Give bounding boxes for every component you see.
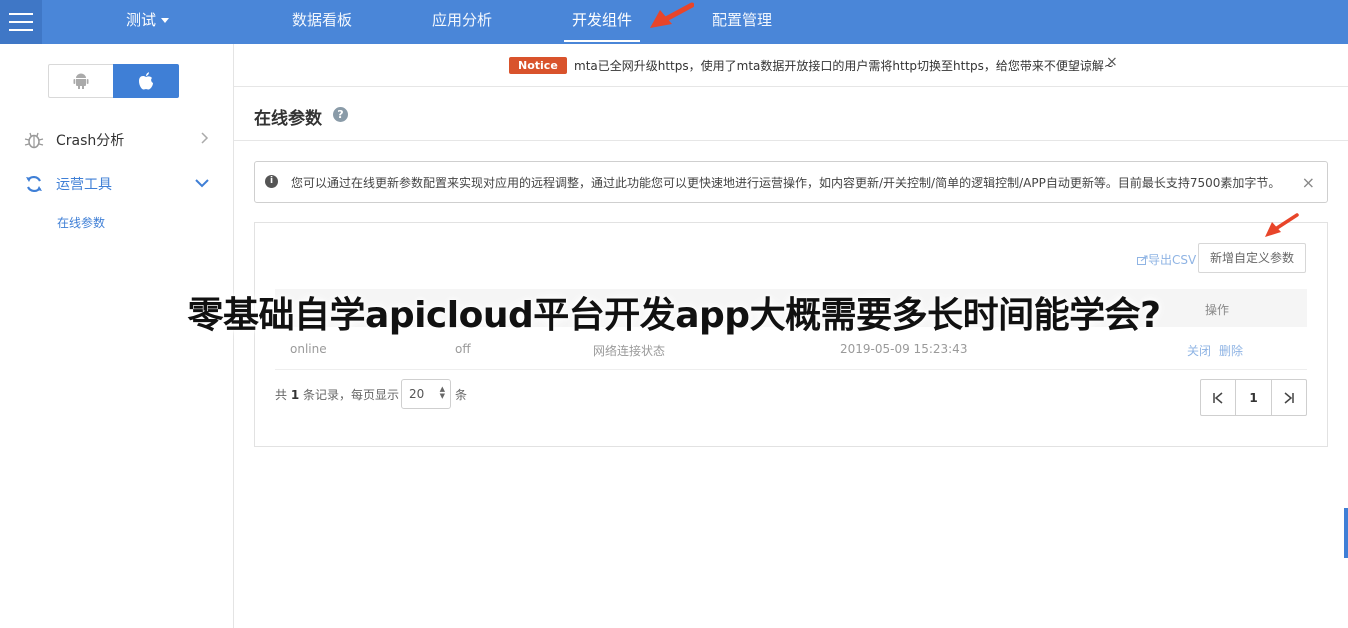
- ios-platform-button[interactable]: [113, 64, 179, 98]
- param-description: 网络连接状态: [593, 344, 666, 358]
- sidebar-item-operations-tools[interactable]: 运营工具: [24, 172, 209, 196]
- project-name: 测试: [126, 11, 157, 29]
- help-icon[interactable]: ?: [333, 107, 348, 122]
- pagination: 1: [1200, 379, 1307, 416]
- page-header: 在线参数 ?: [234, 87, 1348, 141]
- hamburger-menu-icon[interactable]: [0, 0, 42, 44]
- page-number-button[interactable]: 1: [1236, 380, 1272, 415]
- android-icon: [73, 73, 89, 89]
- page-size-unit: 条: [455, 388, 468, 402]
- platform-toggle: [48, 64, 179, 98]
- param-updated-time: 2019-05-09 15:23:43: [840, 342, 968, 356]
- sidebar-item-label: 运营工具: [56, 177, 112, 193]
- info-icon: i: [265, 175, 278, 188]
- export-csv-label: 导出CSV: [1148, 253, 1197, 267]
- info-alert: i 您可以通过在线更新参数配置来实现对应用的远程调整，通过此功能您可以更快速地进…: [254, 161, 1328, 203]
- spinner-arrows-icon: ▲ ▼: [439, 385, 445, 400]
- param-key: online: [290, 342, 327, 356]
- delete-param-link[interactable]: 删除: [1219, 342, 1243, 359]
- param-value: off: [455, 342, 471, 356]
- sidebar-subitem-online-params[interactable]: 在线参数: [57, 214, 105, 231]
- export-icon: [1137, 255, 1148, 265]
- close-param-link[interactable]: 关闭: [1187, 342, 1211, 359]
- last-page-button[interactable]: [1272, 380, 1306, 415]
- notice-badge: Notice: [509, 57, 567, 74]
- first-page-icon: [1213, 391, 1223, 404]
- bug-icon: [24, 130, 44, 150]
- tab-data-dashboard[interactable]: 数据看板: [292, 0, 352, 40]
- notice-bar: Notice mta已全网升级https，使用了mta数据开放接口的用户需将ht…: [234, 44, 1348, 87]
- red-arrow-annotation-icon: [1265, 213, 1299, 237]
- top-navigation-bar: 测试 数据看板 应用分析 开发组件 配置管理: [0, 0, 1348, 44]
- red-arrow-annotation-icon: [650, 2, 694, 28]
- record-count: 共 1 条记录，每页显示: [275, 386, 399, 403]
- chevron-right-icon: [199, 132, 209, 148]
- close-icon[interactable]: ×: [1302, 173, 1315, 192]
- project-selector[interactable]: 测试: [126, 0, 170, 40]
- tab-config-management[interactable]: 配置管理: [712, 0, 772, 40]
- info-text: 您可以通过在线更新参数配置来实现对应用的远程调整，通过此功能您可以更快速地进行运…: [291, 176, 1281, 190]
- refresh-icon: [24, 174, 44, 194]
- caret-down-icon: [161, 18, 170, 23]
- first-page-button[interactable]: [1201, 380, 1237, 415]
- apple-icon: [139, 72, 153, 90]
- page-size-select[interactable]: 20 ▲ ▼: [401, 379, 451, 409]
- last-page-icon: [1284, 391, 1294, 404]
- record-count-prefix: 共: [275, 388, 288, 402]
- android-platform-button[interactable]: [48, 64, 113, 98]
- notice-close-icon[interactable]: ×: [1106, 54, 1118, 70]
- record-count-value: 1: [290, 388, 300, 402]
- chevron-down-icon: [195, 176, 209, 192]
- sidebar-item-crash-analysis[interactable]: Crash分析: [24, 128, 209, 152]
- page-title: 在线参数: [254, 109, 322, 129]
- record-count-mid: 条记录，每页显示: [303, 388, 400, 402]
- export-csv-link[interactable]: 导出CSV: [1137, 251, 1196, 268]
- sidebar-item-label: Crash分析: [56, 133, 125, 149]
- add-custom-param-button[interactable]: 新增自定义参数: [1198, 243, 1306, 273]
- notice-text: mta已全网升级https，使用了mta数据开放接口的用户需将http切换至ht…: [574, 59, 1114, 73]
- scrollbar-thumb[interactable]: [1344, 508, 1348, 558]
- tab-dev-components[interactable]: 开发组件: [564, 0, 641, 42]
- overlay-headline: 零基础自学apicloud平台开发app大概需要多长时间能学会?: [187, 295, 1161, 336]
- page-size-value: 20: [409, 387, 425, 401]
- tab-app-analysis[interactable]: 应用分析: [432, 0, 492, 40]
